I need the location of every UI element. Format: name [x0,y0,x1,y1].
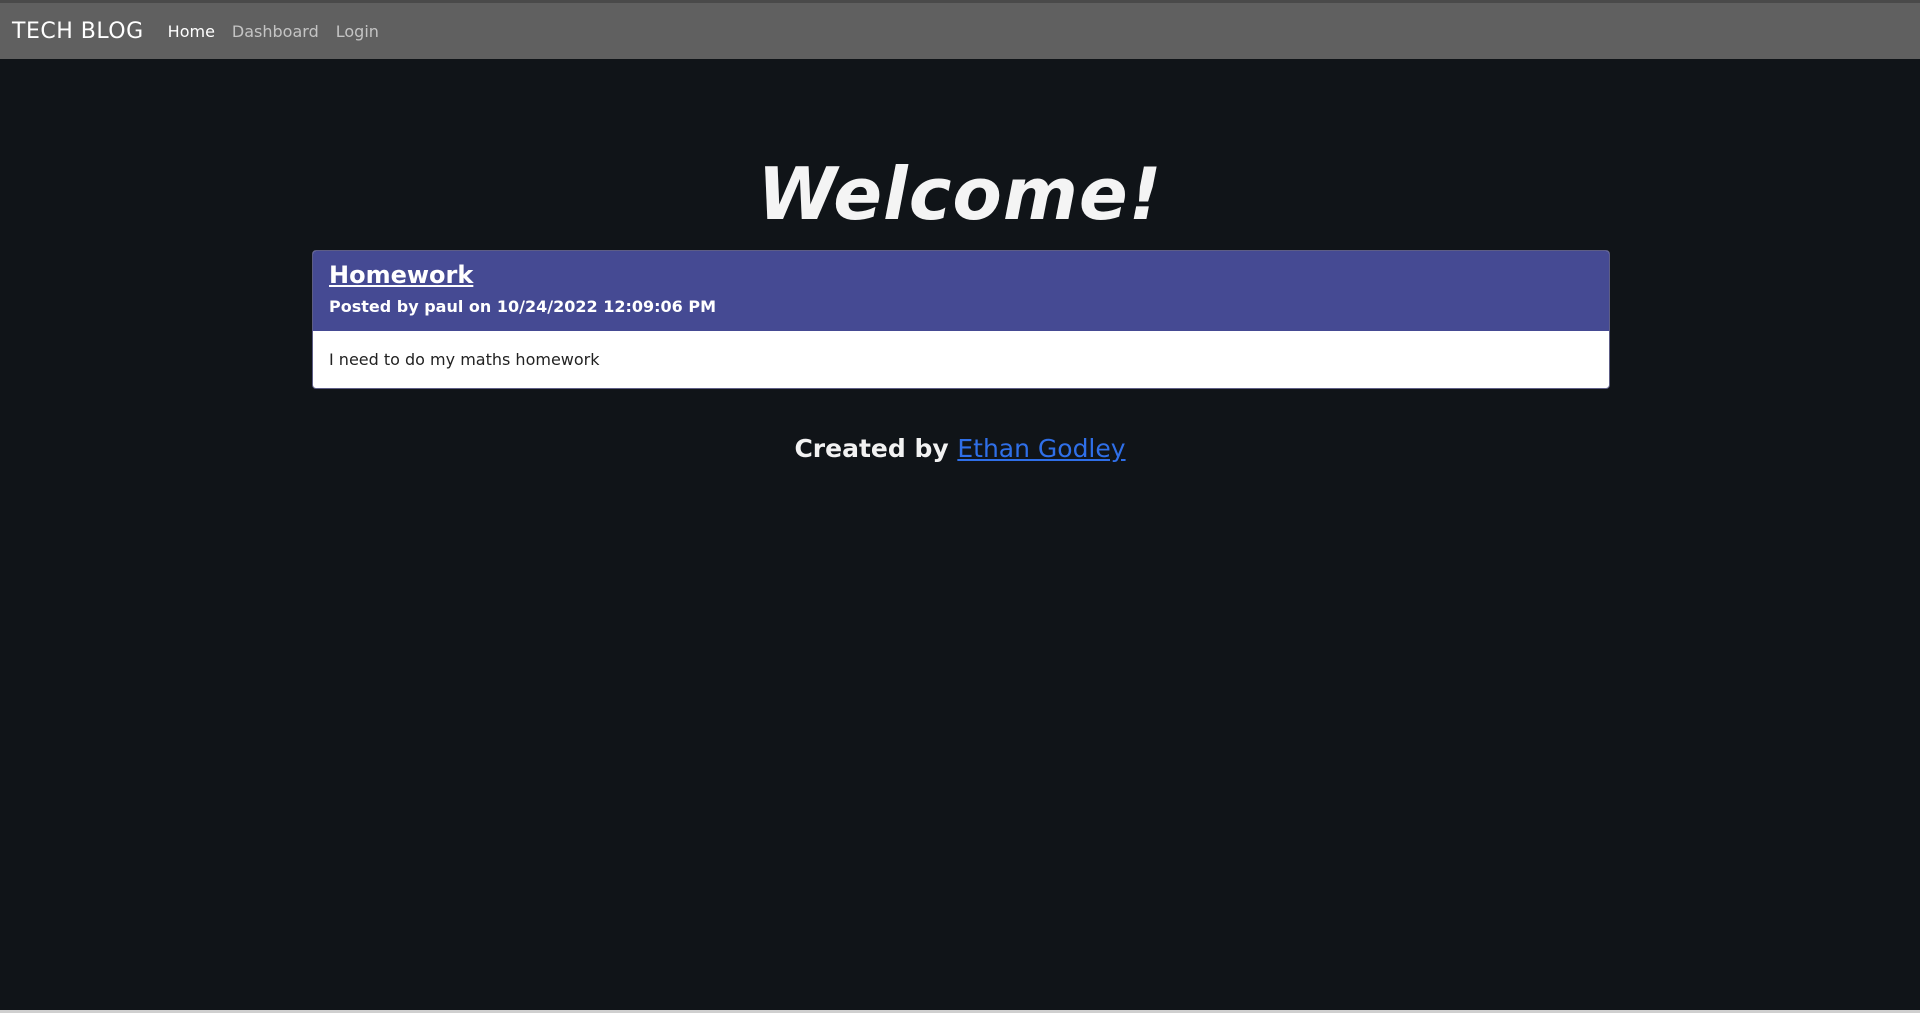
post-title-link[interactable]: Homework [329,261,1593,289]
post-body: I need to do my maths homework [329,350,600,369]
page-title: Welcome! [757,152,1163,237]
nav-link-home[interactable]: Home [168,22,215,41]
nav-link-login[interactable]: Login [336,22,379,41]
navbar: TECH BLOG Home Dashboard Login [0,3,1920,59]
author-link[interactable]: Ethan Godley [957,434,1125,463]
post-card: Homework Posted by paul on 10/24/2022 12… [312,250,1610,389]
nav-link-dashboard[interactable]: Dashboard [232,22,319,41]
post-card-header: Homework Posted by paul on 10/24/2022 12… [313,251,1609,331]
brand-logo-link[interactable]: TECH BLOG [12,19,144,44]
footer: Created by Ethan Godley [0,434,1920,463]
post-meta: Posted by paul on 10/24/2022 12:09:06 PM [329,297,716,316]
footer-prefix: Created by [794,434,958,463]
